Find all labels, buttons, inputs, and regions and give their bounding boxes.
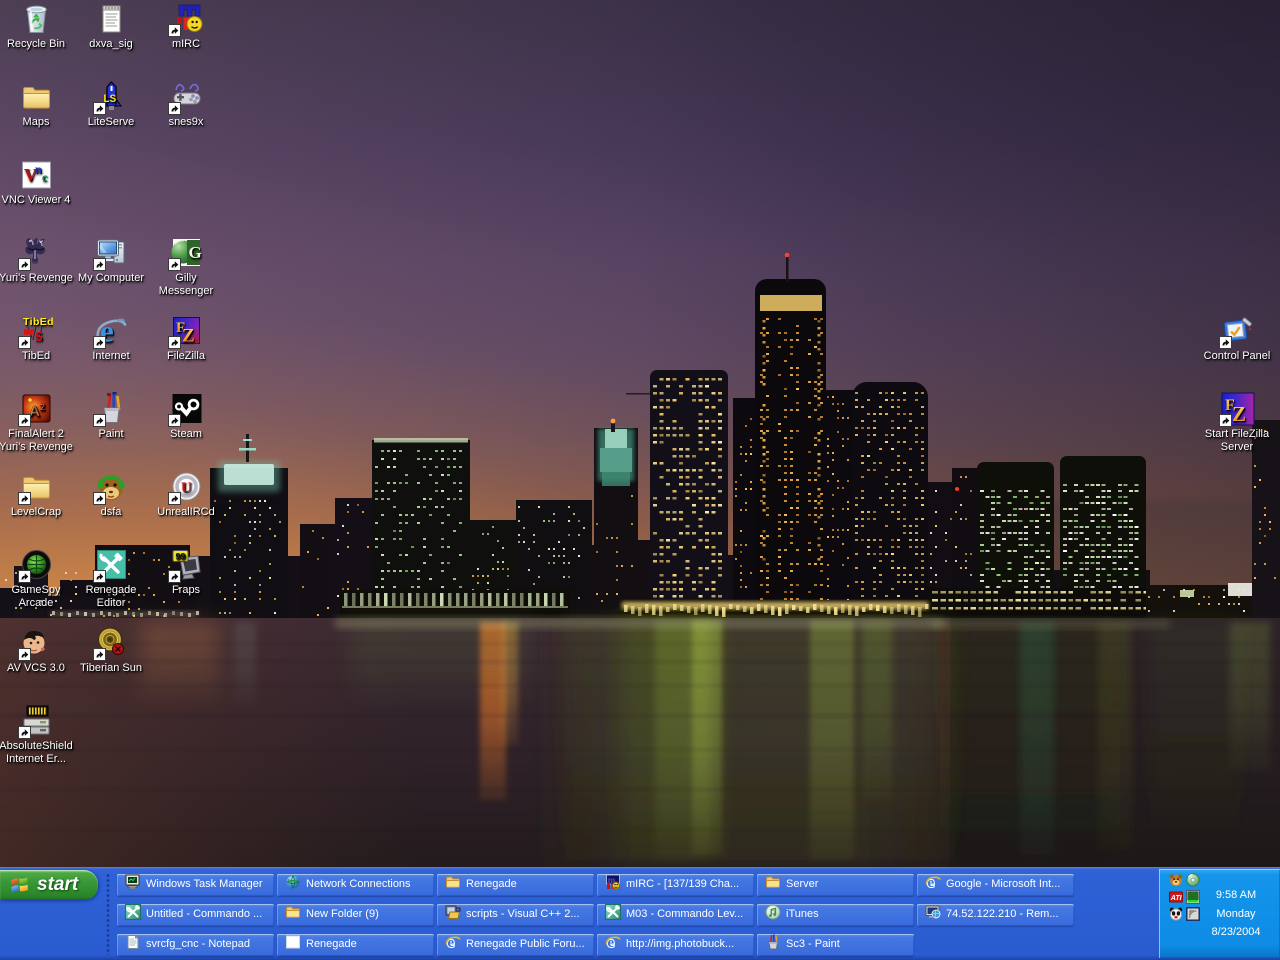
svg-text:ATI: ATI xyxy=(1170,895,1183,902)
svg-text:S: S xyxy=(35,330,43,345)
svg-text:TibEd: TibEd xyxy=(23,316,53,328)
svg-text:G: G xyxy=(188,243,201,262)
svg-text:99: 99 xyxy=(175,552,185,562)
svg-text:Z: Z xyxy=(182,326,195,347)
svg-text:c: c xyxy=(42,170,48,184)
svg-text:LS: LS xyxy=(103,94,117,106)
svg-text:n: n xyxy=(35,162,42,176)
svg-text:U: U xyxy=(181,480,192,496)
svg-text:Z: Z xyxy=(1232,402,1246,426)
